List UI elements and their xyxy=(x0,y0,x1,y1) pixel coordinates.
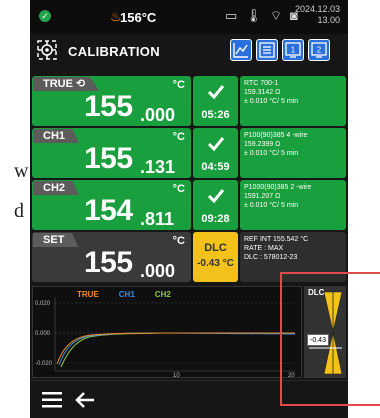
check-icon xyxy=(207,189,225,204)
page-title: CALIBRATION xyxy=(68,44,160,59)
graph-icon xyxy=(233,43,248,58)
sensor-resistance: 1591.207 Ω xyxy=(244,193,281,200)
value-integer: 154 xyxy=(84,194,133,227)
screen-1-icon: 1 xyxy=(285,42,301,58)
rate-label: RATE : MAX xyxy=(244,245,284,252)
screen-2-icon: 2 xyxy=(311,42,327,58)
setpoint-integer: 155 xyxy=(84,246,133,279)
channel-value-cell[interactable]: CH2 °C 154 .811 xyxy=(32,180,191,230)
deviation-plot[interactable]: 0.020 0.000 -0.020 10 20 TRUE CH1 CH2 xyxy=(32,286,302,379)
series-line-ch1 xyxy=(58,332,296,366)
dlc-title: DLC xyxy=(204,242,227,254)
series-line-true xyxy=(56,332,295,365)
sensor-info: P1000(90)385 2 -wire 1591.207 Ω ± 0.010 … xyxy=(240,180,346,230)
background-letter-w: w xyxy=(14,160,29,182)
check-icon xyxy=(207,85,225,100)
unit-label: °C xyxy=(172,235,185,247)
sensor-resistance: 159.3142 Ω xyxy=(244,89,281,96)
status-temperature: 156°C xyxy=(120,10,157,25)
sensor-info: RTC 700-1 159.3142 Ω ± 0.010 °C/ 5 min xyxy=(240,76,346,126)
list-icon xyxy=(259,42,275,58)
screen-icon: ▭ xyxy=(225,8,238,23)
unit-label: °C xyxy=(172,131,185,143)
status-date: 2024.12.03 xyxy=(294,4,340,14)
status-datetime: 2024.12.03 13.00 xyxy=(295,4,340,26)
status-bar: ✓ ♨ 156°C ▭ 🌡 ⌔ ◙ 2024.12.03 13.00 xyxy=(30,0,348,34)
setpoint-decimal: .000 xyxy=(140,261,176,281)
status-icons: ▭ 🌡 ⌔ ◙ xyxy=(225,8,298,24)
value-decimal: .000 xyxy=(140,105,176,125)
legend-ch1: CH1 xyxy=(118,290,135,299)
stability-time: 09:28 xyxy=(201,213,230,225)
plot-canvas: 0.020 0.000 -0.020 10 20 xyxy=(35,297,296,379)
calibration-icon xyxy=(37,40,57,60)
title-bar: CALIBRATION 1 2 xyxy=(30,34,348,66)
channel-2-button[interactable]: 2 xyxy=(308,39,330,61)
dlc-serial: DLC : 578012-23 xyxy=(244,254,298,261)
channel-value-cell[interactable]: TRUE ⟲ °C 155 .000 xyxy=(32,76,191,126)
sensor-resistance: 159.2399 Ω xyxy=(244,141,281,148)
thermometer-icon: 🌡 xyxy=(245,8,262,23)
value-decimal: .811 xyxy=(140,209,175,229)
series-line-ch2 xyxy=(60,332,295,368)
channel-row-ch2[interactable]: CH2 °C 154 .811 09:28 P1000(90)385 2 -wi… xyxy=(32,180,346,230)
value-decimal: .131 xyxy=(140,157,176,177)
status-ok-icon: ✓ xyxy=(39,10,51,22)
setpoint-value-cell[interactable]: SET °C 155 .000 xyxy=(32,232,191,282)
dlc-cell[interactable]: DLC -0.43 °C xyxy=(193,232,238,282)
y-tick-label: 0.000 xyxy=(35,331,51,337)
legend-ch2: CH2 xyxy=(154,290,171,299)
reference-temperature: REF INT 155.542 °C xyxy=(244,236,309,243)
graph-view-button[interactable] xyxy=(230,39,252,61)
channel-row-ch1[interactable]: CH1 °C 155 .131 04:59 P100(90)385 4 -wir… xyxy=(32,128,346,178)
annotation-box xyxy=(280,272,380,406)
dlc-value: -0.43 °C xyxy=(197,258,234,269)
y-tick-label: -0.020 xyxy=(35,361,53,367)
list-view-button[interactable] xyxy=(256,39,278,61)
sync-icon: ⟲ xyxy=(76,78,86,90)
channel-1-button[interactable]: 1 xyxy=(282,39,304,61)
unit-label: °C xyxy=(172,183,185,195)
menu-icon[interactable] xyxy=(42,391,62,409)
value-integer: 155 xyxy=(84,142,133,175)
stability-cell: 05:26 xyxy=(193,76,238,126)
sensor-criterion: ± 0.010 °C/ 5 min xyxy=(244,150,299,157)
status-time: 13.00 xyxy=(317,15,340,25)
sensor-model: RTC 700-1 xyxy=(244,80,279,87)
channel-row-true[interactable]: TRUE ⟲ °C 155 .000 05:26 RTC 700-1 159.3… xyxy=(32,76,346,126)
stability-cell: 04:59 xyxy=(193,128,238,178)
sensor-model: P100(90)385 4 -wire xyxy=(244,132,308,139)
background-letter-d: d xyxy=(14,200,24,222)
setpoint-tag: SET xyxy=(33,233,79,247)
stability-time: 05:26 xyxy=(201,109,230,121)
value-integer: 155 xyxy=(84,90,133,123)
stability-time: 04:59 xyxy=(201,161,230,173)
channel-tag: CH2 xyxy=(33,181,80,195)
unit-label: °C xyxy=(172,79,185,91)
x-tick-label: 10 xyxy=(173,373,180,379)
svg-text:2: 2 xyxy=(317,46,322,55)
back-arrow-icon[interactable] xyxy=(74,390,96,410)
stability-cell: 09:28 xyxy=(193,180,238,230)
sensor-model: P1000(90)385 2 -wire xyxy=(244,184,312,191)
check-icon xyxy=(207,137,225,152)
plot-legend: TRUE CH1 CH2 xyxy=(77,290,171,299)
sensor-info: P100(90)385 4 -wire 159.2399 Ω ± 0.010 °… xyxy=(240,128,346,178)
channel-value-cell[interactable]: CH1 °C 155 .131 xyxy=(32,128,191,178)
channel-tag: CH1 xyxy=(33,129,80,143)
y-tick-label: 0.020 xyxy=(35,301,51,307)
sensor-criterion: ± 0.010 °C/ 5 min xyxy=(244,202,299,209)
wifi-icon: ⌔ xyxy=(269,8,283,23)
legend-true: TRUE xyxy=(77,290,99,299)
channel-tag: TRUE ⟲ xyxy=(33,77,100,91)
sensor-criterion: ± 0.010 °C/ 5 min xyxy=(244,98,299,105)
svg-text:1: 1 xyxy=(291,46,296,55)
